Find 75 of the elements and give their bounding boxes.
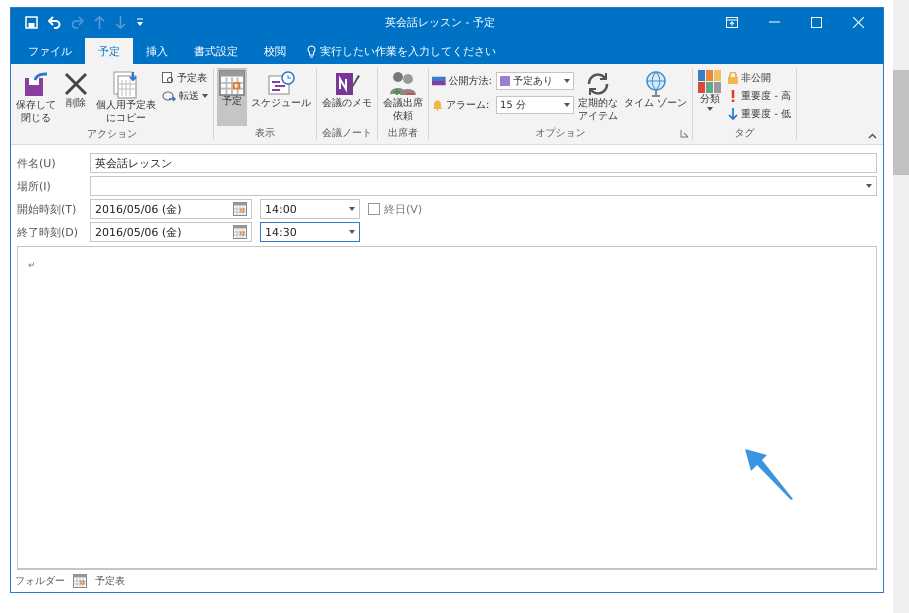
ribbon-button[interactable]: 削除	[60, 68, 92, 127]
field-label: 件名(U)	[17, 156, 57, 172]
ribbon-tab[interactable]: 挿入	[133, 38, 181, 64]
scrollbar-thumb[interactable]	[893, 70, 909, 175]
option-dropdown[interactable]: 15 分	[496, 96, 574, 114]
ribbon-small-button[interactable]: 重要度 - 低	[726, 106, 794, 122]
calendar-icon	[219, 70, 245, 96]
time-field[interactable]: 14:00	[260, 199, 360, 219]
ribbon-tab[interactable]: 予定	[85, 38, 133, 64]
ribbon-button[interactable]: 定期的な アイテム	[576, 68, 620, 126]
calendar-icon	[233, 225, 247, 239]
bell-icon	[432, 99, 443, 111]
maximize-icon	[810, 16, 822, 28]
caret-icon	[349, 207, 355, 211]
caret-icon	[564, 79, 570, 83]
calendar-icon	[233, 202, 247, 216]
group-label: 出席者	[388, 126, 418, 140]
delete-icon	[62, 70, 90, 98]
dialog-launcher-button[interactable]	[680, 129, 690, 138]
ribbon-tab[interactable]: ファイル	[15, 38, 85, 64]
location-field[interactable]	[90, 176, 877, 196]
ribbon-small-button[interactable]: 重要度 - 高	[726, 88, 794, 104]
category-icon	[698, 70, 722, 94]
ribbon-small-button[interactable]: 転送	[160, 88, 210, 104]
availability-icon	[432, 76, 446, 86]
option-dropdown[interactable]: 予定あり	[496, 72, 574, 90]
ribbon-button[interactable]: 保存して 閉じる	[14, 68, 58, 127]
ribbon-button[interactable]: 個人用予定表 にコピー	[94, 68, 158, 127]
ribbon-small-button[interactable]: 非公開	[726, 70, 794, 86]
field-label: 開始時刻(T)	[17, 202, 78, 218]
option-label: 公開方法:	[432, 74, 492, 88]
group-label: タグ	[734, 127, 755, 140]
ribbon-display-icon	[726, 16, 738, 28]
close-icon	[852, 16, 864, 28]
group-label: 会議ノート	[322, 126, 372, 140]
ribbon-button[interactable]: スケジュール	[249, 68, 313, 126]
minimize-icon	[768, 21, 780, 23]
caret-icon	[564, 103, 570, 107]
tell-me-button[interactable]: 実行したい作業を入力してください	[299, 38, 504, 64]
ribbon-button[interactable]: 予定	[217, 68, 247, 126]
field-label: 終了時刻(D)	[17, 224, 80, 240]
notebook-icon	[333, 70, 361, 98]
date-field[interactable]: 2016/05/06 (金)	[90, 199, 252, 219]
ribbon-small-button[interactable]: 予定表	[160, 70, 210, 86]
ribbon-button[interactable]: タイム ゾーン	[622, 68, 690, 126]
caret-icon	[349, 230, 355, 234]
ribbon-tab[interactable]: 書式設定	[181, 38, 251, 64]
window-title: 英会話レッスン - 予定	[385, 14, 496, 30]
lock-icon	[728, 72, 738, 84]
group-label: 表示	[255, 126, 275, 140]
subject-field[interactable]: 英会話レッスン	[90, 153, 877, 173]
date-field[interactable]: 2016/05/06 (金)	[90, 222, 252, 242]
folder-label: フォルダー	[15, 575, 65, 588]
undo-icon[interactable]	[48, 16, 61, 28]
down-arrow-icon	[728, 108, 738, 120]
field-label: 場所(I)	[17, 178, 52, 194]
lightbulb-icon	[307, 44, 316, 58]
forward-icon	[162, 90, 176, 102]
option-label: アラーム:	[432, 98, 492, 112]
group-label: オプション	[536, 126, 586, 140]
ribbon-button[interactable]: 分類	[696, 68, 724, 126]
customize-icon[interactable]	[136, 18, 144, 26]
caret-icon	[866, 184, 872, 188]
ribbon-button[interactable]: 会議のメモ	[320, 68, 374, 126]
ribbon-tab[interactable]: 校閲	[251, 38, 299, 64]
time-field[interactable]: 14:30	[260, 222, 360, 242]
calendar-icon	[73, 574, 87, 588]
pointer-arrow-icon	[745, 449, 795, 501]
all-day-checkbox[interactable]: 終日(V)	[368, 202, 422, 216]
calendar-search-icon	[162, 72, 174, 84]
save-icon[interactable]	[25, 16, 38, 28]
folder-name: 予定表	[95, 574, 125, 588]
group-label: アクション	[87, 128, 137, 141]
people-icon	[388, 70, 418, 98]
ribbon-button[interactable]: 会議出席 依頼	[381, 68, 425, 126]
